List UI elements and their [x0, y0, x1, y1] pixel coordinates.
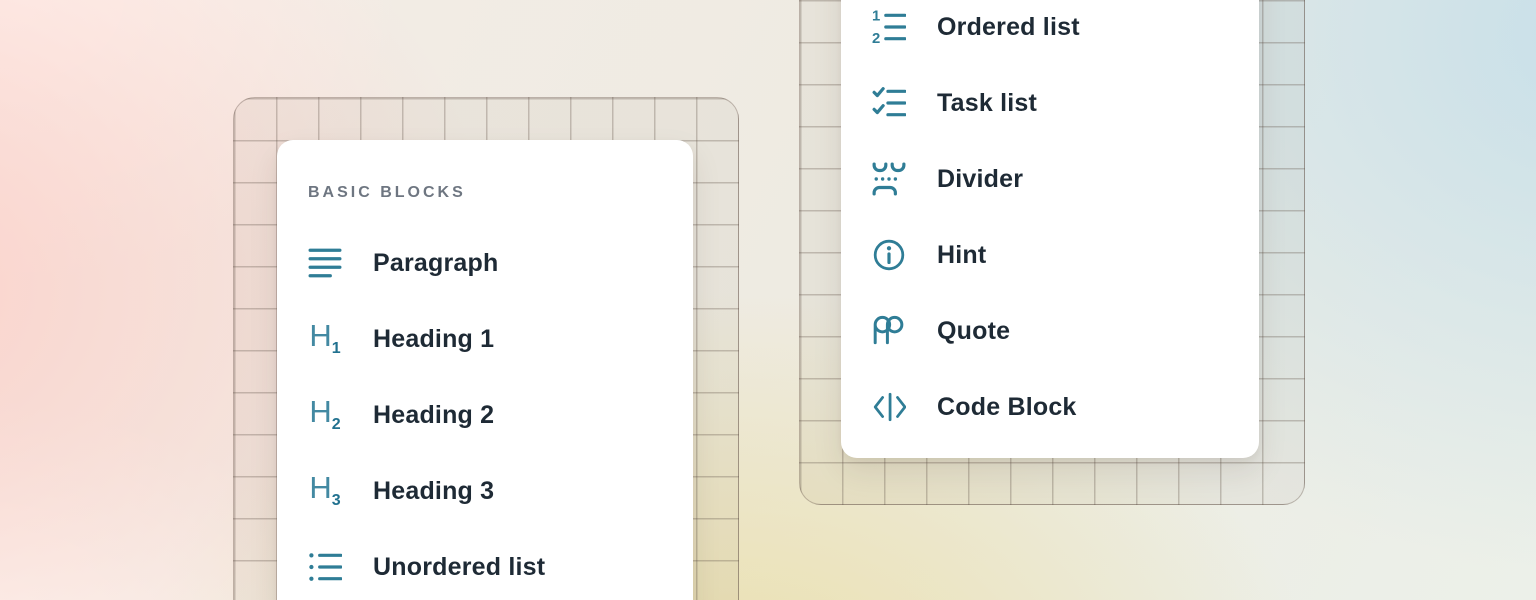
menu-item-divider[interactable]: Divider: [841, 141, 1259, 217]
menu-item-hint[interactable]: Hint: [841, 217, 1259, 293]
menu-item-paragraph[interactable]: Paragraph: [277, 225, 693, 301]
menu-item-unordered-list[interactable]: Unordered list: [277, 529, 693, 600]
menu-item-label: Heading 2: [373, 401, 494, 430]
menu-item-heading-3[interactable]: H3 Heading 3: [277, 453, 693, 529]
menu-item-ordered-list[interactable]: 12 Ordered list: [841, 0, 1259, 65]
paragraph-icon: [308, 246, 342, 280]
section-label-basic-blocks: BASIC BLOCKS: [308, 182, 693, 204]
ordered-list-icon: 12: [872, 10, 906, 44]
menu-item-quote[interactable]: Quote: [841, 293, 1259, 369]
menu-item-label: Divider: [937, 165, 1023, 194]
advanced-blocks-menu: 12 Ordered list Task list Divider Hint Q…: [841, 0, 1259, 458]
menu-item-label: Ordered list: [937, 13, 1080, 42]
menu-item-label: Heading 3: [373, 477, 494, 506]
svg-text:1: 1: [872, 10, 880, 25]
menu-item-label: Quote: [937, 317, 1010, 346]
heading-2-icon: H2: [308, 398, 342, 432]
quote-icon: [872, 314, 906, 348]
menu-item-heading-2[interactable]: H2 Heading 2: [277, 377, 693, 453]
menu-item-label: Task list: [937, 89, 1037, 118]
menu-item-label: Unordered list: [373, 553, 545, 582]
heading-1-icon: H1: [308, 322, 342, 356]
basic-blocks-list: Paragraph H1 Heading 1 H2 Heading 2 H3 H…: [277, 225, 693, 600]
gradient-background: BASIC BLOCKS Paragraph H1 Heading 1 H2 H…: [0, 0, 1536, 600]
advanced-blocks-list: 12 Ordered list Task list Divider Hint Q…: [841, 0, 1259, 445]
task-list-icon: [872, 86, 906, 120]
hint-icon: [872, 238, 906, 272]
unordered-list-icon: [308, 550, 342, 584]
menu-item-heading-1[interactable]: H1 Heading 1: [277, 301, 693, 377]
menu-item-task-list[interactable]: Task list: [841, 65, 1259, 141]
divider-icon: [872, 162, 906, 196]
basic-blocks-menu: BASIC BLOCKS Paragraph H1 Heading 1 H2 H…: [277, 140, 693, 600]
menu-item-label: Heading 1: [373, 325, 494, 354]
svg-text:2: 2: [872, 31, 880, 44]
menu-item-label: Hint: [937, 241, 986, 270]
menu-item-label: Code Block: [937, 393, 1077, 422]
menu-item-code-block[interactable]: Code Block: [841, 369, 1259, 445]
heading-3-icon: H3: [308, 474, 342, 508]
code-block-icon: [872, 390, 906, 424]
menu-item-label: Paragraph: [373, 249, 498, 278]
